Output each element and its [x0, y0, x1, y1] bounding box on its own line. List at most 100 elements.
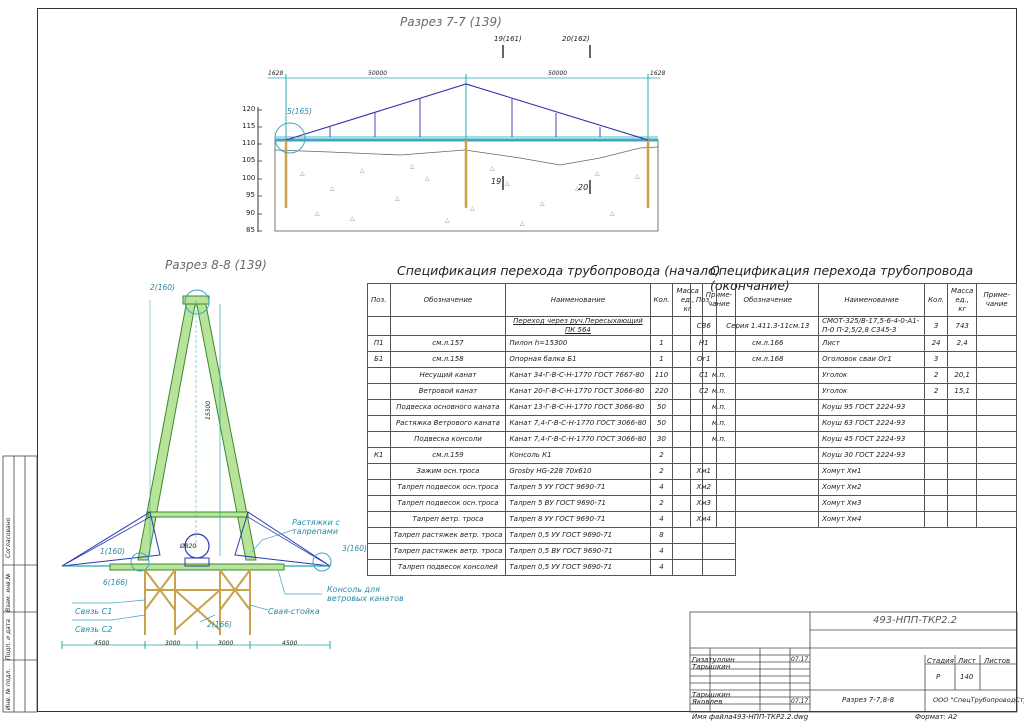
spec-cell: Консоль К1 [505, 447, 651, 464]
spec1-table: Поз. Обозначение Наименование Кол. Масса ед.… [367, 283, 737, 576]
side-inv: Инв. № подл. [5, 668, 12, 710]
spec-row: П1 см.л.157 Пилон h=15300 1 [367, 335, 737, 352]
spec-cell [367, 511, 391, 528]
spec-row: Растяжка Ветрового каната Канат 7,4-Г-В-С… [367, 415, 737, 432]
spec-cell [947, 463, 978, 480]
spec-cell [367, 559, 391, 576]
spec-cell [976, 383, 1017, 400]
spec-cell: Талреп 0,5 ВУ ГОСТ 9690-71 [505, 543, 651, 560]
sheet-label: Лист [958, 657, 976, 665]
svg-text:△: △ [595, 170, 600, 177]
spec-cell [947, 479, 978, 496]
spec-cell: 3 [924, 351, 949, 368]
spec-cell [924, 447, 949, 464]
spec-row: Талреп ветр. троса Талреп 8 УУ ГОСТ 9690-… [367, 511, 737, 528]
spec-cell [367, 479, 391, 496]
spec-cell: Уголок [818, 367, 926, 384]
label-rastyazhki: Растяжки с талрепами [292, 518, 340, 536]
spec-cell: Хм3 [689, 495, 718, 512]
svg-text:△: △ [330, 185, 335, 192]
cut-label-left: 19(161) [494, 35, 522, 43]
mark-20: 20 [578, 183, 589, 192]
spec-cell [976, 431, 1017, 448]
spec-row: СВ6 Серия 1.411.3-11см.13 СМОТ-325/В-17,5-… [689, 316, 1017, 336]
svg-text:△: △ [490, 165, 495, 172]
spec-row: С1 Уголок 2 20,1 [689, 367, 1017, 384]
svg-text:△: △ [395, 195, 400, 202]
spec-header-cell: Обозначение [389, 283, 507, 317]
svg-text:△: △ [350, 215, 355, 222]
spec-cell [976, 335, 1017, 352]
svg-text:△: △ [610, 210, 615, 217]
spec-row: Талреп подвесок осн.троса Талреп 5 ВУ ГОС… [367, 495, 737, 512]
spec-cell: 15,1 [947, 383, 978, 400]
stage-label: Стадия [927, 657, 954, 665]
company: ООО "СпецТрубопроводСтрой" [933, 696, 1024, 704]
spec-cell: 4 [649, 559, 674, 576]
spec-cell: Талреп растяжек ветр. троса [389, 543, 507, 560]
spec-cell [924, 511, 949, 528]
spec-row: Коуш 30 ГОСТ 2224-93 [689, 447, 1017, 464]
spec-cell [672, 543, 703, 560]
spec-cell [976, 463, 1017, 480]
spec-header-cell: Кол. [649, 283, 674, 317]
spec-cell [976, 495, 1017, 512]
spec-cell: СМОТ-325/В-17,5-6-4-0-А1-П-0 П-2,5/2,8 С… [818, 316, 926, 336]
spec-cell: Талреп 0,5 УУ ГОСТ 9690-71 [505, 559, 651, 576]
spec-row: Коуш 45 ГОСТ 2224-93 [689, 431, 1017, 448]
elev-120: 120 [242, 105, 256, 113]
spec-cell [367, 415, 391, 432]
spec-cell [976, 399, 1017, 416]
spec-cell: 1 [649, 335, 674, 352]
spec-row: Хм4 Хомут Хм4 [689, 511, 1017, 528]
spec-cell [649, 316, 674, 336]
elev-115: 115 [242, 122, 256, 130]
spec-header-cell: Масса ед., кг [947, 283, 978, 317]
spec-row: Хм3 Хомут Хм3 [689, 495, 1017, 512]
spec-cell: Серия 1.411.3-11см.13 [716, 316, 820, 336]
dim-mid1: 50000 [368, 70, 388, 77]
spec-cell [716, 511, 820, 528]
spec-cell: см.л.158 [389, 351, 507, 368]
spec-cell: Хомут Хм1 [818, 463, 926, 480]
label-svaya: Свая-стойка [268, 607, 320, 616]
spec-row: Хм1 Хомут Хм1 [689, 463, 1017, 480]
spec-cell: 2,4 [947, 335, 978, 352]
spec-cell: 2 [649, 447, 674, 464]
spec-cell [947, 431, 978, 448]
spec-cell: С1 [689, 367, 718, 384]
doc-code: 493-НПП-ТКР2.2 [873, 615, 958, 626]
spec-cell [976, 511, 1017, 528]
spec-cell: Несущий канат [389, 367, 507, 384]
spec-cell: см.л.168 [716, 351, 820, 368]
svg-text:△: △ [445, 217, 450, 224]
spec-cell: 4 [649, 543, 674, 560]
spec-cell [716, 399, 820, 416]
spec-row: Талреп подвесок осн.троса Талреп 5 УУ ГОС… [367, 479, 737, 496]
spec-cell: Талреп 5 ВУ ГОСТ 9690-71 [505, 495, 651, 512]
spec-cell [716, 463, 820, 480]
spec-cell: 50 [649, 415, 674, 432]
spec-cell: 2 [649, 463, 674, 480]
spec-cell [716, 447, 820, 464]
svg-text:△: △ [315, 210, 320, 217]
spec-header-row: Поз. Обозначение Наименование Кол. Масса ед.… [689, 283, 1017, 317]
spec-cell: Коуш 95 ГОСТ 2224-93 [818, 399, 926, 416]
dim-mid2: 50000 [548, 70, 568, 77]
svg-text:△: △ [505, 180, 510, 187]
spec-cell [924, 479, 949, 496]
spec-cell: Б1 [367, 351, 391, 368]
spec-cell [924, 463, 949, 480]
spec-header-cell: Поз. [367, 283, 391, 317]
spec-cell [924, 415, 949, 432]
spec-cell: Талреп подвесок консолей [389, 559, 507, 576]
spec-cell: Талреп ветр. троса [389, 511, 507, 528]
spec-cell [367, 399, 391, 416]
spec-header-cell: Приме- чание [976, 283, 1017, 317]
spec-cell [976, 367, 1017, 384]
spec-header-cell: Обозначение [716, 283, 820, 317]
spec-cell [367, 316, 391, 336]
spec-cell: Талреп подвесок осн.троса [389, 479, 507, 496]
sheet-name: Разрез 7-7,8-8 [842, 696, 895, 704]
spec-cell [976, 447, 1017, 464]
